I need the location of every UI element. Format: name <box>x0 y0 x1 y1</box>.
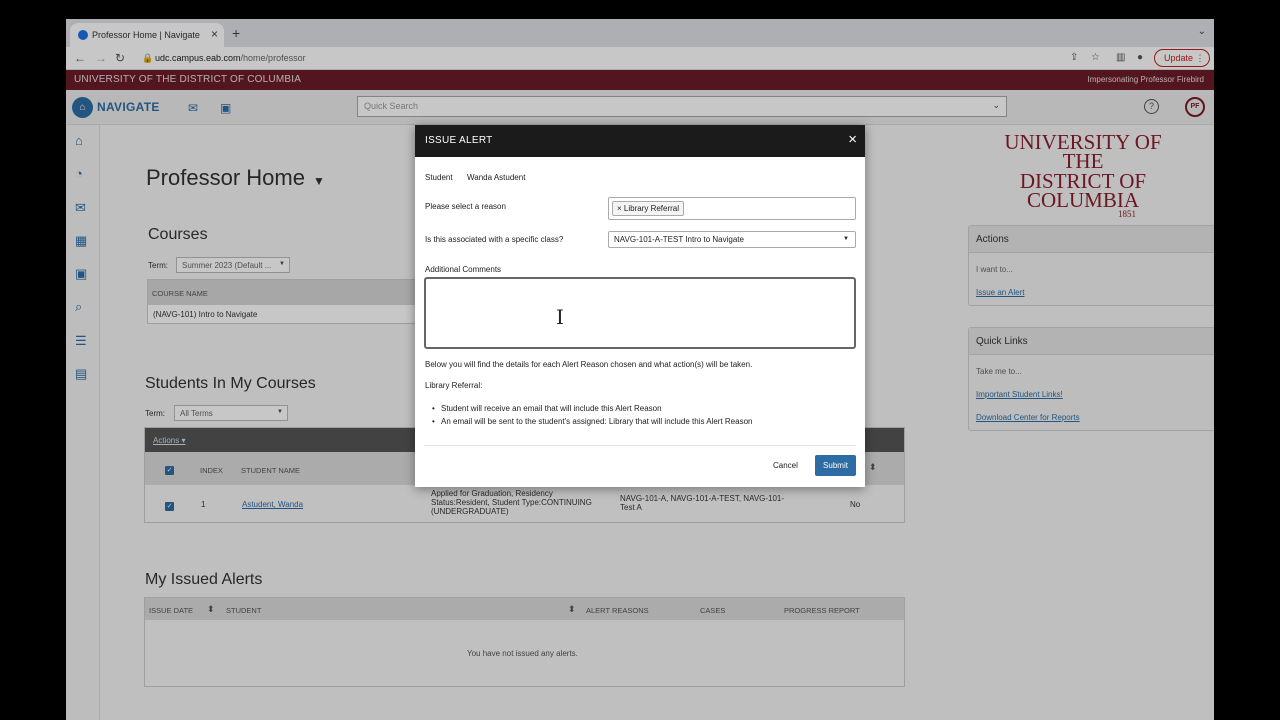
student-value: Wanda Astudent <box>467 173 526 182</box>
divider <box>424 445 856 446</box>
close-icon[interactable]: × <box>848 131 857 148</box>
comments-textarea[interactable]: I <box>424 277 856 349</box>
action-bullet: Student will receive an email that will … <box>432 404 662 413</box>
issue-alert-modal: ISSUE ALERT × Student Wanda Astudent Ple… <box>415 125 865 487</box>
caret-down-icon: ▼ <box>843 236 849 242</box>
remove-chip-icon[interactable]: × <box>617 204 624 213</box>
class-select[interactable]: NAVG-101-A-TEST Intro to Navigate ▼ <box>608 231 856 248</box>
reason-label: Please select a reason <box>425 202 506 211</box>
browser-window: Professor Home | Navigate × + ⌄ ← → ↻ 🔒 … <box>66 19 1214 720</box>
action-bullet: An email will be sent to the student's a… <box>432 417 752 426</box>
submit-button[interactable]: Submit <box>815 455 856 476</box>
cancel-button[interactable]: Cancel <box>773 461 798 470</box>
comments-label: Additional Comments <box>425 265 502 274</box>
reason-heading: Library Referral: <box>425 381 483 390</box>
student-label: Student <box>425 173 453 182</box>
details-intro: Below you will find the details for each… <box>425 360 753 369</box>
reason-multiselect[interactable]: × Library Referral <box>608 197 856 220</box>
text-cursor-icon: I <box>556 305 564 329</box>
modal-header: ISSUE ALERT × <box>415 125 865 157</box>
class-label: Is this associated with a specific class… <box>425 235 564 244</box>
modal-title: ISSUE ALERT <box>425 135 493 146</box>
reason-chip[interactable]: × Library Referral <box>612 201 685 216</box>
